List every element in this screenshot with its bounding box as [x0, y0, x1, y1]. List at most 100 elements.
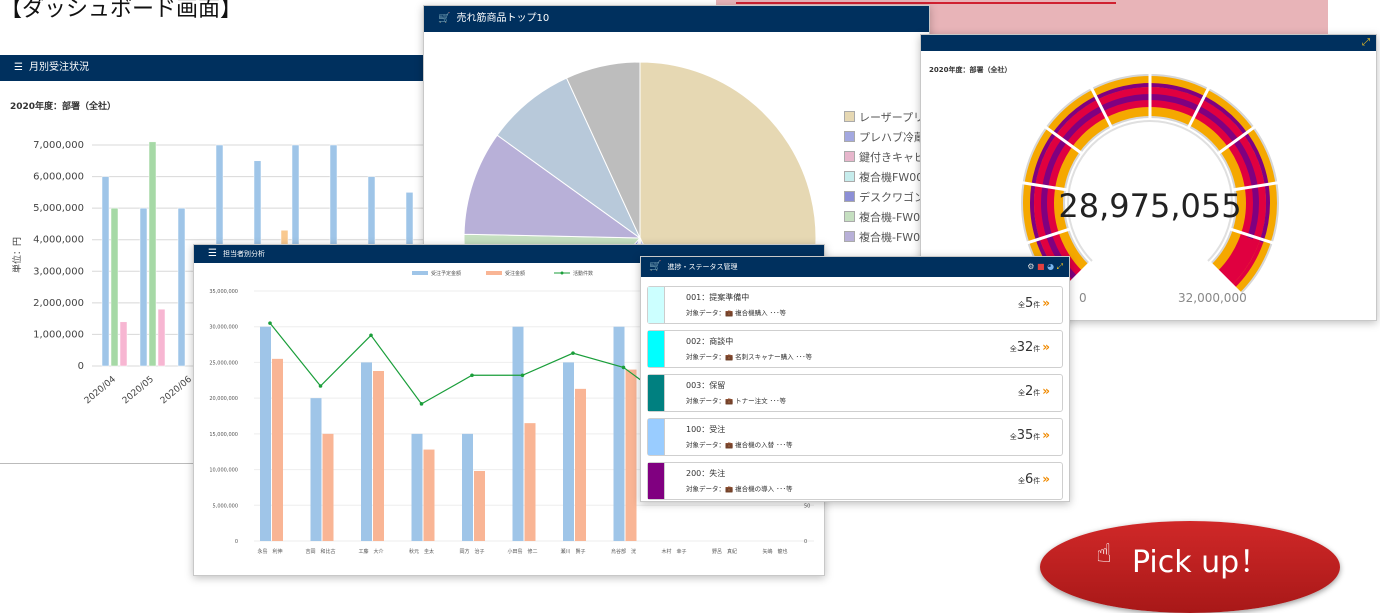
x-tick-label: 吉岡 和比古 [305, 548, 335, 555]
chevron-right-icon[interactable]: » [1042, 296, 1050, 310]
bar [575, 388, 586, 541]
legend-marker [560, 271, 564, 275]
status-color-bar [648, 419, 665, 455]
status-target: 対象データ：💼 複合機の入替 ･･･等 [686, 439, 793, 449]
activity-point [621, 365, 626, 370]
status-name: 200：失注 [686, 469, 726, 478]
cart-icon: 🛒 [649, 261, 662, 272]
count-value: 35 [1016, 428, 1034, 443]
activity-point [369, 333, 373, 338]
legend-swatch [844, 111, 855, 122]
count-prefix: 全 [1017, 389, 1025, 397]
status-count[interactable]: 全2件» [1018, 384, 1050, 399]
y-tick-label: 4,000,000 [33, 235, 84, 246]
status-title: 進捗・ステータス管理 [667, 263, 738, 271]
expand-icon[interactable]: ⤢ [1057, 262, 1063, 271]
bar [272, 358, 283, 541]
gauge-min-label: 0 [1079, 291, 1087, 305]
bar [148, 141, 157, 367]
color-icon[interactable]: ■ [1037, 262, 1045, 271]
status-target: 対象データ：💼 複合機の導入 ･･･等 [686, 483, 793, 493]
bar [613, 326, 625, 541]
bar [411, 433, 423, 541]
y-tick-label: 0 [235, 539, 238, 545]
x-tick-label: 矢嶋 龍也 [762, 548, 787, 555]
y-axis-label: 単位：円 [11, 237, 23, 273]
briefcase-icon: 💼 [725, 485, 736, 493]
status-count[interactable]: 全32件» [1010, 340, 1050, 355]
chevron-right-icon[interactable]: » [1042, 384, 1050, 398]
status-count[interactable]: 全6件» [1018, 472, 1050, 487]
status-row[interactable]: 100：受注 対象データ：💼 複合機の入替 ･･･等 全35件» [647, 418, 1063, 456]
legend-swatch [844, 151, 855, 162]
legend-item: 鍵付きキャビネ [844, 150, 929, 170]
bar [139, 207, 148, 367]
page-heading: 【ダッシュボード画面】 [0, 0, 243, 22]
x-tick-label: 瀬川 賢子 [560, 548, 585, 555]
target-prefix: 対象データ： [686, 309, 725, 317]
top10-panel: 🛒 売れ筋商品トップ10 レーザープリン プレハブ冷蔵庫 鍵付きキャビネ 複合機FW00… [423, 5, 930, 257]
legend-swatch [844, 211, 855, 222]
y-tick-label: 1,000,000 [33, 329, 84, 340]
y-tick-label: 10,000,000 [209, 468, 238, 474]
x-tick-label: 2020/06 [159, 374, 194, 406]
bar [101, 176, 110, 367]
target-text: 複合機の導入 ･･･等 [735, 485, 793, 493]
chevron-right-icon[interactable]: » [1042, 472, 1050, 486]
target-prefix: 対象データ： [686, 441, 725, 449]
y-tick-label: 7,000,000 [33, 140, 84, 151]
pickup-label: Pick up！ [1132, 545, 1270, 580]
status-count[interactable]: 全35件» [1010, 428, 1050, 443]
count-unit: 件 [1033, 477, 1041, 485]
count-value: 5 [1024, 296, 1034, 311]
status-color-bar [648, 463, 665, 499]
legend-swatch [844, 191, 855, 202]
legend-label: 活動件数 [573, 270, 593, 277]
legend-swatch [844, 231, 855, 242]
count-unit: 件 [1033, 389, 1041, 397]
count-unit: 件 [1033, 345, 1041, 353]
x-tick-label: 木村 幸子 [661, 548, 686, 555]
y-tick-label: 6,000,000 [33, 172, 84, 183]
briefcase-icon: 💼 [725, 397, 736, 405]
status-color-bar [648, 375, 665, 411]
chevron-right-icon[interactable]: » [1042, 428, 1050, 442]
status-row[interactable]: 002：商談中 対象データ：💼 名刺スキャナー購入 ･･･等 全32件» [647, 330, 1063, 368]
activity-point [419, 402, 424, 406]
gauge-value: 28,975,055 [1058, 187, 1242, 225]
legend-label: 受注予定金額 [431, 270, 461, 277]
legend-swatch [844, 131, 855, 142]
status-row[interactable]: 003：保留対象データ：💼 トナー注文 ･･･等 全2件» [647, 374, 1063, 412]
x-tick-label: 工藤 大介 [358, 548, 383, 555]
activity-point [318, 384, 323, 388]
count-value: 6 [1024, 472, 1034, 487]
status-row[interactable]: 200：失注対象データ：💼 複合機の導入 ･･･等 全6件» [647, 462, 1063, 500]
y-tick-label: 5,000,000 [33, 203, 84, 214]
count-prefix: 全 [1009, 345, 1017, 353]
status-count[interactable]: 全5件» [1018, 296, 1050, 311]
legend-item: レーザープリン [844, 110, 929, 130]
status-target: 対象データ：💼 トナー注文 ･･･等 [686, 395, 786, 405]
status-color-bar [648, 287, 665, 323]
bar [512, 326, 524, 541]
chart-icon[interactable]: ◕ [1047, 262, 1054, 271]
legend-item: 複合機FW002 [844, 170, 929, 190]
status-name: 003：保留 [686, 381, 726, 390]
x-tick-label: 野呂 真紀 [712, 548, 737, 555]
status-color-bar [648, 331, 665, 367]
target-prefix: 対象データ： [686, 397, 725, 405]
bar [462, 433, 473, 541]
activity-point [520, 373, 525, 378]
chevron-right-icon[interactable]: » [1042, 340, 1050, 354]
x-tick-label: 秋元 圭太 [409, 548, 434, 555]
y-tick-label: 0 [78, 361, 84, 372]
bar [310, 398, 322, 541]
hand-pointer-icon: ☝ [1096, 539, 1112, 569]
status-row[interactable]: 001：提案準備中 対象データ：💼 複合機購入 ･･･等 全5件» [647, 286, 1063, 324]
y2-tick-label: 0 [804, 539, 807, 545]
briefcase-icon: 💼 [725, 353, 736, 361]
y-tick-label: 25,000,000 [209, 360, 238, 366]
pickup-badge[interactable]: ☝ Pick up！ [1040, 521, 1340, 613]
status-target: 対象データ：💼 名刺スキャナー購入 ･･･等 [686, 351, 812, 361]
settings-icon[interactable]: ⚙ [1027, 262, 1034, 271]
